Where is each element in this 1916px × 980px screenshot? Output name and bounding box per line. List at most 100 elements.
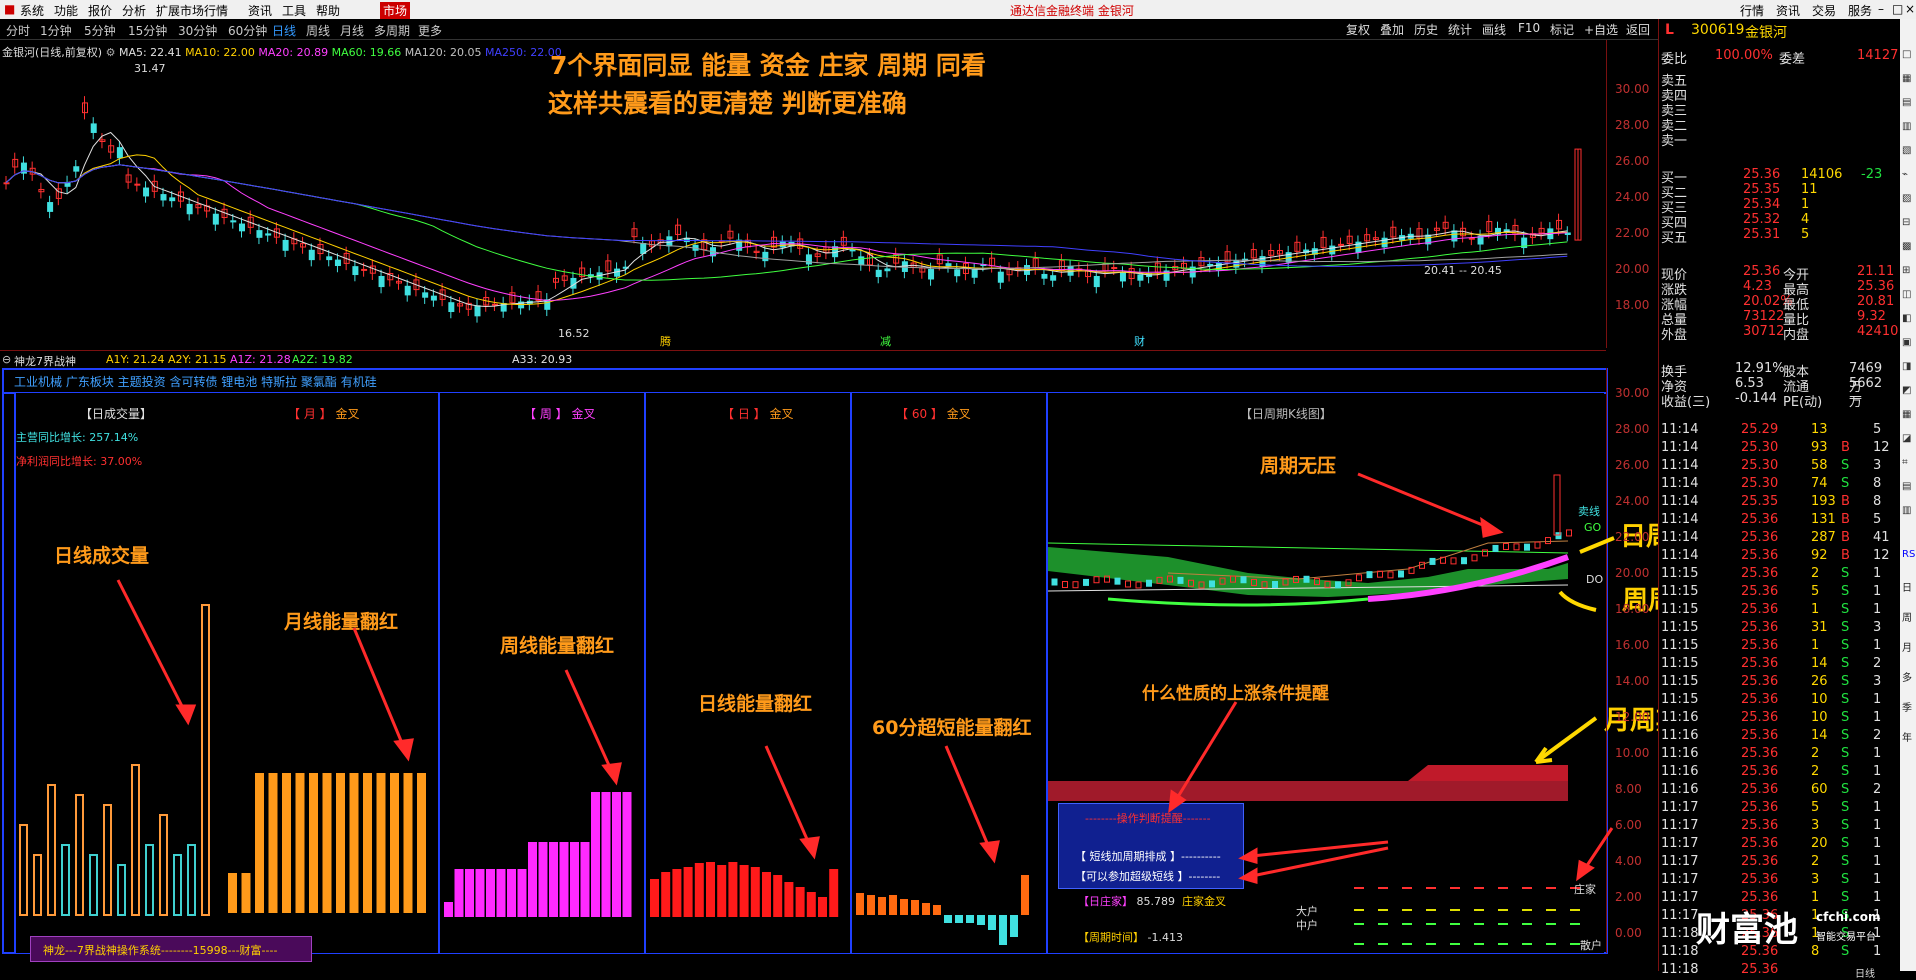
- tick-volume: 20: [1811, 836, 1828, 851]
- toolstrip-icon[interactable]: ▥: [1902, 121, 1914, 133]
- menu-function[interactable]: 功能: [54, 2, 78, 19]
- toolstrip-period[interactable]: 日: [1902, 579, 1914, 594]
- menu-service[interactable]: 服务: [1848, 2, 1872, 19]
- energy-bar: [933, 905, 941, 915]
- energy-bar: [363, 773, 372, 913]
- toolstrip-icon[interactable]: ⌁: [1902, 169, 1914, 181]
- tick-row: 11:15 25.36 10 S 1: [1661, 692, 1893, 707]
- toolstrip-icon[interactable]: ▩: [1902, 241, 1914, 253]
- maximize-icon[interactable]: □: [1892, 2, 1903, 16]
- volume-bar: [187, 844, 196, 916]
- toolstrip-icon[interactable]: ▨: [1902, 193, 1914, 205]
- toolstrip-icon[interactable]: ◨: [1902, 361, 1914, 373]
- toolstrip-icon[interactable]: ⌗: [1902, 457, 1914, 469]
- toolstrip-icon[interactable]: ▥: [1902, 505, 1914, 517]
- buy-price: 25.31: [1743, 227, 1781, 242]
- toolstrip-icon[interactable]: ▧: [1902, 145, 1914, 157]
- period-tab-15m[interactable]: 15分钟: [128, 22, 167, 39]
- toolstrip-icon[interactable]: ◫: [1902, 289, 1914, 301]
- sector-tags[interactable]: 工业机械 广东板块 主题投资 含可转债 锂电池 特斯拉 聚氯酯 有机硅: [14, 373, 377, 390]
- minimize-icon[interactable]: –: [1878, 2, 1884, 16]
- toolstrip-icon[interactable]: ▦: [1902, 73, 1914, 85]
- menu-quote[interactable]: 报价: [88, 2, 112, 19]
- cycle-candle: [1240, 576, 1247, 584]
- holder-dash: [1522, 923, 1532, 925]
- period-tab-week[interactable]: 周线: [306, 22, 330, 39]
- energy-bar: [295, 773, 305, 913]
- toolstrip-icon[interactable]: ▤: [1902, 481, 1914, 493]
- period-tab-day[interactable]: 日线: [272, 22, 296, 39]
- energy-bar: [336, 773, 345, 913]
- tool-f10[interactable]: F10: [1518, 21, 1540, 35]
- buy-volume: 1: [1801, 197, 1810, 212]
- menu-tools[interactable]: 工具: [282, 2, 306, 19]
- period-tab-1m[interactable]: 1分钟: [40, 22, 72, 39]
- toolstrip-icon[interactable]: ⊞: [1902, 265, 1914, 277]
- tool-overlay[interactable]: 叠加: [1380, 21, 1404, 38]
- toolstrip-icon[interactable]: □: [1902, 49, 1914, 61]
- toolstrip-icon[interactable]: ◩: [1902, 385, 1914, 397]
- close-icon[interactable]: ×: [1905, 2, 1915, 16]
- holder-dash: [1378, 943, 1388, 945]
- tick-price: 25.36: [1741, 692, 1779, 707]
- price-tick: 28.00: [1615, 118, 1650, 132]
- quote-value: 21.11: [1857, 264, 1895, 279]
- toolstrip-icon[interactable]: ▦: [1902, 409, 1914, 421]
- tool-stats[interactable]: 统计: [1448, 21, 1472, 38]
- period-tab-fenshi[interactable]: 分时: [6, 22, 30, 39]
- toolstrip-icon[interactable]: ▣: [1902, 337, 1914, 349]
- energy-bar: [417, 773, 426, 913]
- period-tab-month[interactable]: 月线: [340, 22, 364, 39]
- energy-bar: [486, 869, 495, 917]
- toolstrip-icon[interactable]: ◧: [1902, 313, 1914, 325]
- toolstrip-period[interactable]: 年: [1902, 729, 1914, 744]
- period-tab-60m[interactable]: 60分钟: [228, 22, 267, 39]
- tool-back[interactable]: 返回: [1626, 21, 1650, 38]
- menu-ext-market[interactable]: 扩展市场行情: [156, 2, 228, 19]
- period-tab-5m[interactable]: 5分钟: [84, 22, 116, 39]
- tick-time: 11:14: [1661, 548, 1699, 563]
- tool-mark[interactable]: 标记: [1550, 21, 1574, 38]
- toolstrip-period[interactable]: 周: [1902, 609, 1914, 624]
- candle-body: [212, 213, 219, 225]
- tick-side: S: [1841, 674, 1850, 689]
- tool-add-watchlist[interactable]: +自选: [1584, 21, 1618, 38]
- menu-market[interactable]: 市场: [380, 2, 411, 19]
- buy-change: -23: [1861, 167, 1883, 182]
- menu-news[interactable]: 资讯: [1776, 2, 1800, 19]
- tick-time: 11:15: [1661, 584, 1699, 599]
- tick-row: 11:14 25.36 92 B 12: [1661, 548, 1893, 563]
- menu-system[interactable]: 系统: [20, 2, 44, 19]
- period-tab-multi[interactable]: 多周期: [374, 22, 410, 39]
- menu-analysis[interactable]: 分析: [122, 2, 146, 19]
- menu-info[interactable]: 资讯: [248, 2, 272, 19]
- tool-draw[interactable]: 画线: [1482, 21, 1506, 38]
- menu-trade-quote[interactable]: 行情: [1740, 2, 1764, 19]
- period-tab-more[interactable]: 更多: [418, 22, 442, 39]
- tick-price: 25.36: [1741, 602, 1779, 617]
- event-marker-1[interactable]: 腾: [660, 333, 671, 349]
- indicator-name[interactable]: 神龙7界战神: [14, 353, 76, 369]
- toolstrip-icon[interactable]: ◪: [1902, 433, 1914, 445]
- toolstrip-period[interactable]: RSI: [1902, 549, 1916, 561]
- tool-history[interactable]: 历史: [1414, 21, 1438, 38]
- quote-value: 9.32: [1857, 309, 1886, 324]
- menu-trade[interactable]: 交易: [1812, 2, 1836, 19]
- event-marker-3[interactable]: 财: [1134, 333, 1145, 349]
- toolstrip-icon[interactable]: ⊟: [1902, 217, 1914, 229]
- toolstrip-period[interactable]: 月: [1902, 639, 1914, 654]
- candle-body: [404, 285, 411, 296]
- indicator-collapse-icon[interactable]: ⊖: [2, 353, 11, 366]
- tick-price: 25.30: [1741, 458, 1779, 473]
- toolstrip-period[interactable]: 多: [1902, 669, 1914, 684]
- sub-price-tick: 20.00: [1615, 566, 1650, 580]
- period-tab-30m[interactable]: 30分钟: [178, 22, 217, 39]
- toolstrip-period[interactable]: 季: [1902, 699, 1914, 714]
- event-marker-2[interactable]: 减: [880, 333, 891, 349]
- tool-fuquan[interactable]: 复权: [1346, 21, 1370, 38]
- volume-bars-svg: [19, 604, 210, 916]
- menu-help[interactable]: 帮助: [316, 2, 340, 19]
- energy-bar: [911, 900, 919, 915]
- quote-row: 涨跌 4.23 最高 25.36: [1661, 279, 1894, 298]
- toolstrip-icon[interactable]: ▤: [1902, 97, 1914, 109]
